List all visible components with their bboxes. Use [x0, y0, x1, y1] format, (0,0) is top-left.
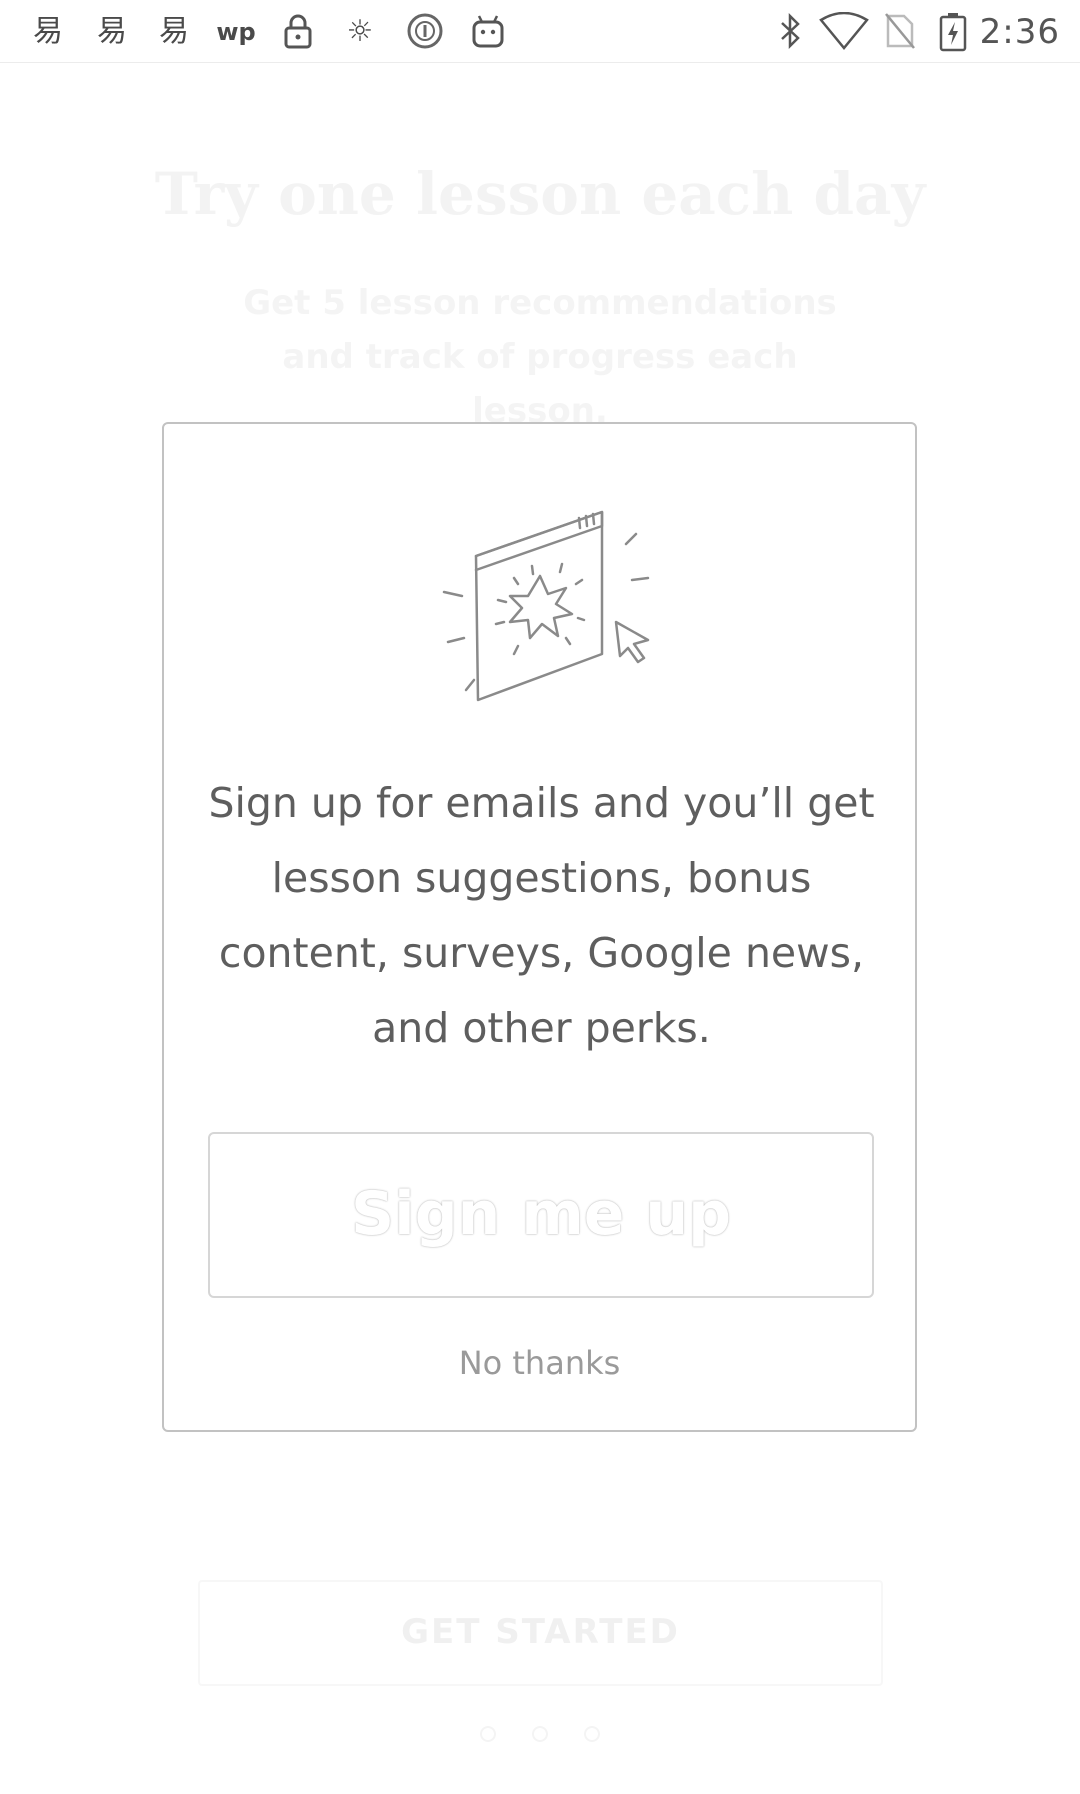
- app-notification-icon: 易: [33, 14, 63, 49]
- lock-icon: [280, 12, 316, 52]
- page-dot: [532, 1726, 548, 1742]
- no-sim-icon: [882, 12, 918, 52]
- sign-me-up-button[interactable]: Sign me up: [208, 1132, 874, 1298]
- battery-charging-icon: [936, 12, 970, 52]
- circle-notification-icon: [405, 12, 445, 52]
- page-dot: [480, 1726, 496, 1742]
- get-started-button: GET STARTED: [198, 1580, 883, 1686]
- app-notification-icon: ☼: [346, 14, 374, 49]
- app-notification-icon: 易: [159, 14, 189, 49]
- app-notification-icon: 易: [97, 14, 127, 49]
- bluetooth-icon: [772, 12, 808, 52]
- wifi-icon: [818, 11, 870, 52]
- email-signup-dialog: Sign up for emails and you’ll get lesson…: [162, 422, 917, 1432]
- android-icon: [468, 12, 508, 52]
- wp-app-icon: wp: [216, 18, 256, 46]
- no-thanks-link[interactable]: No thanks: [164, 1344, 915, 1382]
- page-indicator: [480, 1726, 600, 1746]
- background-subtitle: Get 5 lesson recommendations and track o…: [243, 283, 837, 431]
- browser-burst-illustration-icon: [442, 510, 650, 702]
- page-dot: [584, 1726, 600, 1742]
- status-time: 2:36: [979, 12, 1060, 52]
- background-title: Try one lesson each day: [154, 160, 926, 228]
- status-bar: 易 易 易 wp ☼ 2:36: [0, 0, 1080, 63]
- dialog-message: Sign up for emails and you’ll get lesson…: [208, 779, 875, 1052]
